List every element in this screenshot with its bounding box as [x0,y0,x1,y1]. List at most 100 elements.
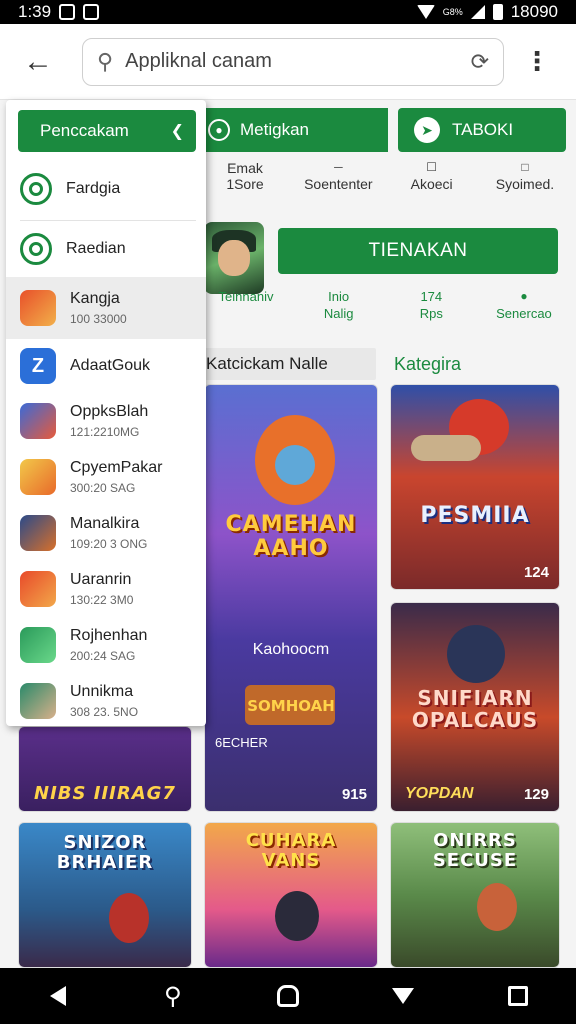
card-title: PESMIIA [420,503,530,528]
tab-taboki[interactable]: ➤ TABOKI [398,108,566,152]
drawer-item[interactable]: CpyemPakar 300:20 SAG [6,449,206,505]
signal-icon [470,5,485,19]
category-tab-right[interactable]: Kategira [394,348,461,380]
featured-app-icon[interactable] [204,222,264,294]
nav-down-icon[interactable] [379,972,427,1020]
share-icon[interactable]: ❮ [171,121,184,141]
card-title: NIBS IIIRAG7 [34,783,176,804]
notification-icon [59,4,76,20]
drawer-item-name: Unnikma [70,683,134,700]
game-card[interactable]: PESMIIA 124 [390,384,560,590]
card-count: 129 [523,786,549,803]
subcategory-sub: 1Sore [226,176,264,192]
status-bar: 1:39 G8% 18090 [0,0,576,24]
z-app-icon: Z [20,348,56,384]
drawer-header-button[interactable]: Penccakam ❮ [18,110,196,152]
tab-metigkan[interactable]: ● Metigkan [198,108,388,152]
drawer-item[interactable]: Z AdaatGouk [6,339,206,393]
subcategory-icon: ☐ [426,160,438,174]
card-label: YOPDAN [405,785,474,802]
category-tab-left[interactable]: Katcickam Nalle [200,348,376,380]
stat-item: ● Senercao [496,289,552,321]
drawer-menu: Penccakam ❮ Fardgia Raedian Kangja 100 3… [6,100,206,726]
game-card[interactable]: NIBS IIIRAG7 [18,726,192,812]
tab-play-icon: ➤ [414,117,440,143]
subcategory-item[interactable]: ─ Soententer [293,160,383,192]
nav-search-icon[interactable]: ⚲ [149,972,197,1020]
install-button[interactable]: TIENAKAN [278,228,558,274]
drawer-item-name: Manalkira [70,515,140,532]
card-title: SNIFIARN OPALCAUS [411,686,539,732]
search-input[interactable] [125,50,471,73]
status-time: 1:39 [18,2,52,21]
refresh-icon[interactable]: ⟳ [471,49,489,75]
game-app-icon [20,290,56,326]
subcategory-item[interactable]: Emak 1Sore [200,160,290,192]
drawer-header-label: Penccakam [40,121,129,140]
game-card[interactable]: CUHARA VANS [204,822,378,968]
navigation-bar: ⚲ [0,968,576,1024]
tab-label: TABOKI [452,120,514,139]
tab-label: Metigkan [240,120,309,139]
subcategory-item[interactable]: ☐ Akoeci [387,160,477,192]
more-options-icon[interactable]: ⋮ [522,38,552,86]
card-subtitle: Kaohoocm [252,641,330,658]
drawer-item[interactable]: OppksBlah 121:2210MG [6,393,206,449]
app-bar: ← ⚲ ⟳ ⋮ [0,24,576,100]
image-icon [83,4,100,20]
subcategory-row: Emak 1Sore ─ Soententer ☐ Akoeci □ Syoim… [200,160,570,192]
stat-item: Teinnaniv [218,289,274,304]
tab-row: ● Metigkan ➤ TABOKI [198,108,566,152]
game-card[interactable]: CAMEHAN AAHO Kaohoocm SOMHOAH 6ECHER 915 [204,384,378,812]
subcategory-icon: □ [521,160,529,174]
drawer-item[interactable]: Kangja 100 33000 [6,277,206,339]
game-app-icon [20,571,56,607]
nav-recents-icon[interactable] [494,972,542,1020]
drawer-item-name: CpyemPakar [70,459,163,476]
drawer-item-name: OppksBlah [70,403,149,420]
subcategory-item[interactable]: □ Syoimed. [480,160,570,192]
wifi-icon [416,5,435,19]
game-app-icon [20,459,56,495]
drawer-item[interactable]: Manalkira 109:20 3 ONG [6,505,206,561]
drawer-item-meta: 100 33000 [70,312,127,326]
stats-row: Teinnaniv Inio Nalig 174 Rps ● Senercao [200,288,570,322]
category-header: Katcickam Nalle Kategira [200,348,570,380]
network-type: G8% [442,6,463,17]
status-clock: 18090 [510,2,558,21]
drawer-item-name: Raedian [66,240,126,257]
drawer-item-meta: 308 23. 5NO [70,705,139,719]
drawer-item-name: Uaranrin [70,571,132,588]
game-app-icon [20,627,56,663]
card-count: 915 [341,786,367,803]
drawer-item-meta: 121:2210MG [70,425,140,439]
nav-back-icon[interactable] [34,972,82,1020]
card-title: SNIZOR BRHAIER [56,832,154,873]
game-card[interactable]: SNIFIARN OPALCAUS YOPDAN 129 [390,602,560,812]
game-card[interactable]: SNIZOR BRHAIER [18,822,192,968]
drawer-item-name: AdaatGouk [70,357,151,374]
drawer-item[interactable]: Rojhenhan 200:24 SAG [6,617,206,673]
drawer-item-meta: 109:20 3 ONG [70,537,148,551]
drawer-item[interactable]: Fardgia [6,158,206,220]
card-count: 124 [523,564,549,581]
game-app-icon [20,515,56,551]
back-arrow-icon[interactable]: ← [14,38,62,86]
drawer-item-meta: 200:24 SAG [70,649,136,663]
drawer-item[interactable]: Raedian [6,221,206,277]
battery-icon [492,4,503,20]
search-icon: ⚲ [97,48,114,74]
drawer-item[interactable]: Uaranrin 130:22 3M0 [6,561,206,617]
drawer-item[interactable]: Unnikma 308 23. 5NO [6,673,206,726]
nav-home-icon[interactable] [264,972,312,1020]
game-app-icon [20,403,56,439]
subcategory-label: Akoeci [410,176,453,192]
drawer-item-meta: 300:20 SAG [70,481,136,495]
subcategory-icon: ─ [334,160,343,174]
game-card[interactable]: ONIRRS SECUSE [390,822,560,968]
subcategory-label: Soententer [304,176,373,192]
search-box[interactable]: ⚲ ⟳ [82,37,504,86]
search-circle-icon [20,233,52,265]
card-title: ONIRRS SECUSE [432,830,518,871]
drawer-item-name: Rojhenhan [70,627,148,644]
